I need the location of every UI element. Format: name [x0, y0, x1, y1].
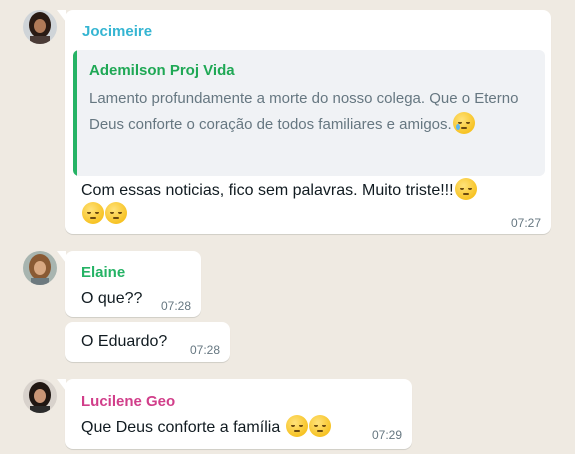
message-text-line: Que Deus conforte a família — [81, 419, 281, 436]
sender-name[interactable]: Lucilene Geo — [81, 393, 175, 410]
message-bubble-lucilene[interactable]: Lucilene Geo Que Deus conforte a família… — [57, 379, 412, 449]
message-bubble-jocimeire[interactable]: Jocimeire Ademilson Proj Vida Lamento pr… — [57, 10, 551, 234]
message-bubble-elaine-1[interactable]: Elaine O que?? 07:28 — [57, 251, 201, 317]
pensive-face-icon — [82, 202, 104, 224]
message-text: Que Deus conforte a família — [81, 415, 331, 439]
message-text: Com essas noticias, fico sem palavras. M… — [81, 178, 536, 226]
quote-bar — [73, 50, 77, 176]
pensive-face-icon — [285, 415, 308, 437]
message-time: 07:29 — [371, 428, 402, 442]
message-text: O que?? — [81, 290, 143, 307]
message-time: 07:27 — [510, 216, 541, 230]
pensive-face-icon — [308, 415, 331, 437]
message-text-line: Com essas noticias, fico sem palavras. M… — [81, 182, 454, 199]
avatar-elaine[interactable] — [23, 251, 57, 285]
message-text: O Eduardo? — [81, 333, 168, 350]
sender-name[interactable]: Elaine — [81, 264, 125, 281]
message-time: 07:28 — [160, 299, 191, 313]
message-bubble-elaine-2[interactable]: O Eduardo? 07:28 — [65, 322, 230, 362]
chat-conversation: Jocimeire Ademilson Proj Vida Lamento pr… — [0, 0, 575, 454]
crying-face-icon — [452, 112, 475, 134]
pensive-face-icon — [454, 178, 477, 200]
sender-name[interactable]: Jocimeire — [82, 23, 152, 40]
avatar-jocimeire[interactable] — [23, 10, 57, 44]
message-time: 07:28 — [189, 343, 220, 357]
pensive-face-icon — [105, 202, 127, 224]
quote-text: Lamento profundamente a morte do nosso c… — [89, 86, 539, 138]
quoted-message[interactable]: Ademilson Proj Vida Lamento profundament… — [73, 50, 545, 176]
quote-author: Ademilson Proj Vida — [89, 62, 235, 79]
avatar-lucilene[interactable] — [23, 379, 57, 413]
